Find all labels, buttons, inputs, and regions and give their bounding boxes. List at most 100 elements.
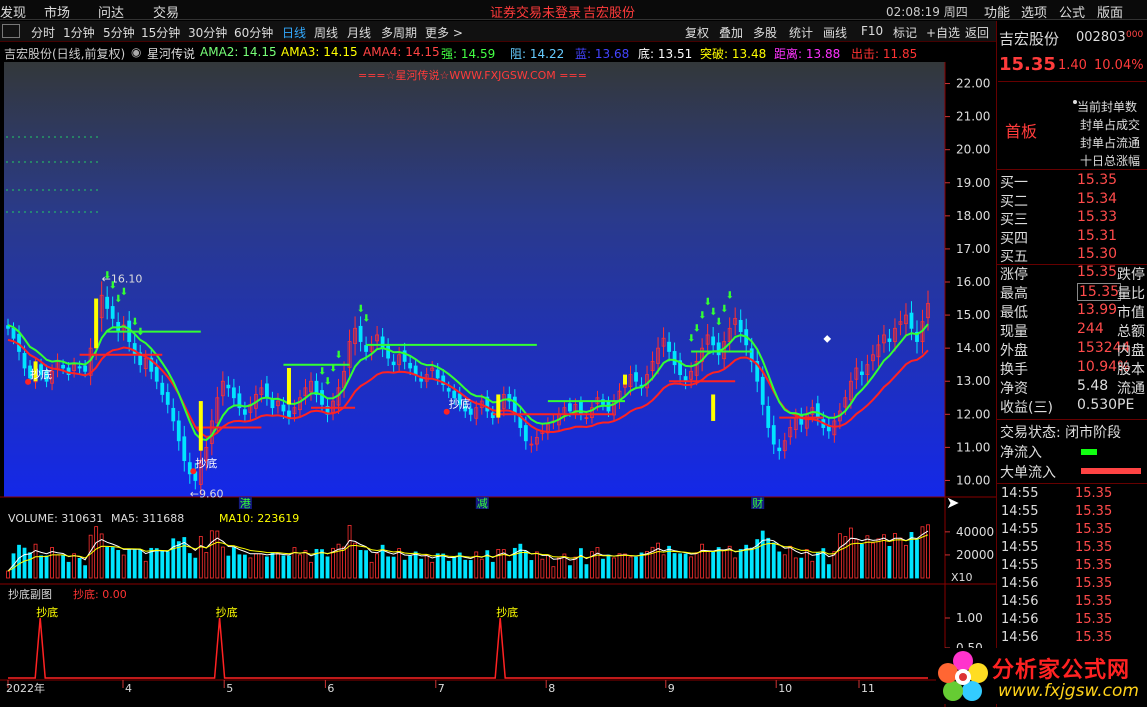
tab-period-1min[interactable]: 1分钟 bbox=[63, 24, 95, 41]
tab-period-day[interactable]: 日线 bbox=[282, 24, 306, 41]
tick-price: 15.35 bbox=[1075, 504, 1113, 519]
event-marker[interactable]: 港 bbox=[240, 497, 251, 510]
bid-row[interactable]: 买三 15.33 bbox=[999, 209, 1147, 228]
volume-bar bbox=[303, 550, 308, 579]
menu-wenda[interactable]: 问达 bbox=[98, 2, 124, 21]
btn-draw-line[interactable]: 画线 bbox=[823, 24, 847, 41]
menu-trade[interactable]: 交易 bbox=[153, 2, 179, 21]
current-price-marker: ◆ bbox=[823, 334, 831, 345]
tick-row[interactable]: 14:56 15.35 bbox=[997, 612, 1145, 630]
tick-time: 14:55 bbox=[1001, 504, 1039, 519]
volume-bar bbox=[904, 544, 908, 579]
y-tick-label: 12.00 bbox=[956, 407, 990, 421]
chart-canvas[interactable]: ===☆星河传说☆WWW.FXJGSW.COM === 10.00 11.00 12… bbox=[0, 62, 996, 707]
x-tick-label: 8 bbox=[548, 682, 555, 695]
volume-bar bbox=[386, 556, 391, 579]
btn-back[interactable]: 返回 bbox=[965, 24, 989, 41]
logo-text: 分析家公式网 bbox=[992, 658, 1131, 683]
y-tick-label: 22.00 bbox=[956, 77, 990, 91]
volume-bar bbox=[518, 543, 523, 579]
volume-bar bbox=[507, 560, 512, 579]
volume-bar bbox=[871, 542, 875, 579]
sub-indicator-name[interactable]: 抄底副图 bbox=[8, 587, 52, 601]
volume-ma5: MA5: 311688 bbox=[111, 512, 184, 525]
tab-period-30min[interactable]: 30分钟 bbox=[188, 24, 227, 41]
volume-bar bbox=[259, 553, 264, 579]
volume-bar bbox=[837, 533, 842, 579]
login-warning[interactable]: 证券交易未登录 bbox=[490, 2, 581, 21]
menu-function[interactable]: 功能 bbox=[984, 2, 1010, 21]
event-marker[interactable]: 减 bbox=[477, 497, 488, 510]
tick-row[interactable]: 14:55 15.35 bbox=[997, 522, 1145, 540]
menu-options[interactable]: 选项 bbox=[1021, 2, 1047, 21]
bid-row[interactable]: 买四 15.31 bbox=[999, 228, 1147, 247]
seal-vs-float: 封单占流通 bbox=[1080, 136, 1141, 150]
volume-bar bbox=[672, 553, 677, 579]
tab-period-fenshi[interactable]: 分时 bbox=[31, 24, 55, 41]
tick-row[interactable]: 14:56 15.35 bbox=[997, 576, 1145, 594]
volume-bar bbox=[281, 555, 286, 579]
tab-period-5min[interactable]: 5分钟 bbox=[103, 24, 135, 41]
tick-row[interactable]: 14:55 15.35 bbox=[997, 558, 1145, 576]
volume-bar bbox=[716, 547, 721, 579]
tab-period-15min[interactable]: 15分钟 bbox=[141, 24, 180, 41]
tab-period-month[interactable]: 月线 bbox=[347, 24, 371, 41]
ticks-divider bbox=[997, 483, 1147, 484]
candle-body bbox=[110, 306, 115, 319]
btn-add-watch[interactable]: +自选 bbox=[926, 24, 960, 41]
tick-row[interactable]: 14:55 15.35 bbox=[997, 504, 1145, 522]
volume-bar bbox=[628, 556, 633, 579]
volume-bar bbox=[694, 552, 699, 579]
volume-bar bbox=[320, 549, 324, 579]
x-tick-label: 9 bbox=[668, 682, 675, 695]
sidebar-toggle-icon[interactable] bbox=[2, 24, 20, 38]
stat-label-2: 市值 bbox=[1117, 305, 1145, 321]
menu-market[interactable]: 市场 bbox=[44, 2, 70, 21]
tab-period-week[interactable]: 周线 bbox=[314, 24, 338, 41]
btn-stats[interactable]: 统计 bbox=[789, 24, 813, 41]
btn-overlay[interactable]: 叠加 bbox=[719, 24, 743, 41]
stat-value: 15.35 bbox=[1077, 264, 1118, 280]
sub-peak-label: 抄底 bbox=[496, 605, 518, 619]
dropdown-indicator-icon[interactable]: ◉ bbox=[131, 45, 141, 59]
tick-row[interactable]: 14:55 15.35 bbox=[997, 486, 1145, 504]
btn-fuquan[interactable]: 复权 bbox=[685, 24, 709, 41]
ama2-value: AMA2: 14.15 bbox=[200, 45, 277, 59]
tick-price: 15.35 bbox=[1075, 594, 1113, 609]
down-arrow-icon: ⬇ bbox=[720, 304, 728, 315]
bid-row[interactable]: 买五 15.30 bbox=[999, 246, 1147, 265]
btn-mark[interactable]: 标记 bbox=[893, 24, 917, 41]
tick-row[interactable]: 14:56 15.35 bbox=[997, 594, 1145, 612]
event-marker[interactable]: 财 bbox=[752, 496, 763, 510]
menu-formula[interactable]: 公式 bbox=[1059, 2, 1085, 21]
candle-body bbox=[386, 345, 391, 359]
tick-row[interactable]: 14:55 15.35 bbox=[997, 540, 1145, 558]
bid-row[interactable]: 买一 15.35 bbox=[999, 172, 1147, 191]
tab-period-more[interactable]: 更多 > bbox=[425, 24, 463, 41]
tick-row[interactable]: 14:56 15.35 bbox=[997, 630, 1145, 648]
indicator-name[interactable]: 星河传说 bbox=[147, 45, 195, 62]
btn-multi-stock[interactable]: 多股 bbox=[753, 24, 777, 41]
vol-tick-label: 40000 bbox=[956, 525, 994, 539]
y-tick-label: 16.00 bbox=[956, 275, 990, 289]
menu-layout[interactable]: 版面 bbox=[1097, 2, 1123, 21]
volume-bar bbox=[265, 556, 269, 579]
volume-bar bbox=[154, 548, 159, 579]
volume-bar bbox=[441, 553, 446, 579]
logo-url: www.fxjgsw.com bbox=[998, 681, 1139, 701]
stat-label: 净资 bbox=[1000, 381, 1028, 397]
volume-bar bbox=[44, 555, 49, 579]
candle-body bbox=[711, 336, 716, 346]
down-arrow-icon: ⬇ bbox=[109, 281, 117, 292]
menu-discover[interactable]: 发现 bbox=[0, 2, 26, 21]
tab-period-multi[interactable]: 多周期 bbox=[381, 24, 417, 41]
volume-bar bbox=[143, 560, 148, 579]
quote-code-suffix: 000 bbox=[1126, 30, 1144, 40]
candle-body bbox=[446, 388, 451, 392]
tab-period-60min[interactable]: 60分钟 bbox=[234, 24, 273, 41]
volume-bar bbox=[468, 560, 473, 579]
bid-row[interactable]: 买二 15.34 bbox=[999, 191, 1147, 210]
stat-label-2: 量比 bbox=[1117, 286, 1145, 302]
tick-time: 14:56 bbox=[1001, 576, 1039, 591]
btn-f10[interactable]: F10 bbox=[861, 24, 883, 38]
